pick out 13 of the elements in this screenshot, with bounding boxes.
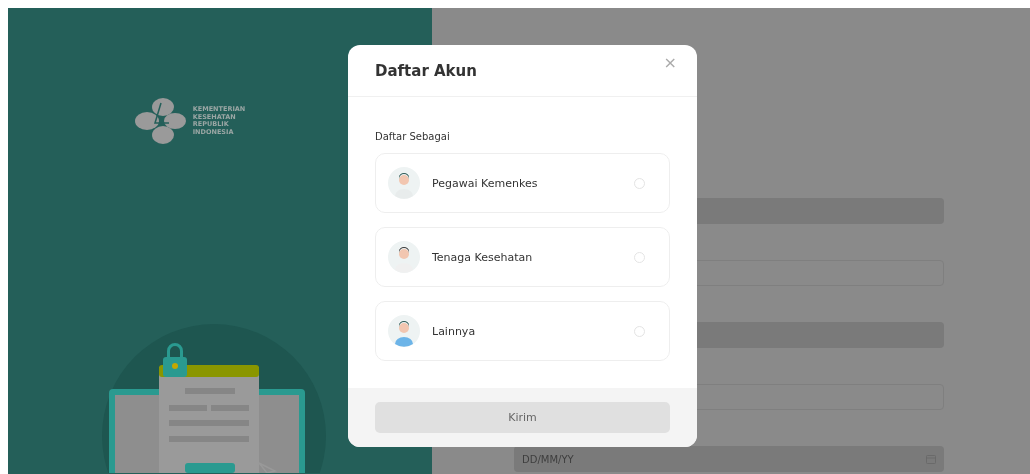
person-avatar-icon: [388, 167, 420, 199]
dialog-title: Daftar Akun: [375, 61, 477, 80]
role-option[interactable]: Tenaga Kesehatan: [375, 227, 670, 287]
ministry-logo-icon: [134, 97, 187, 145]
section-label: Daftar Sebagai: [375, 131, 451, 142]
placeholder-text: DD/MM/YY: [522, 453, 574, 465]
role-option[interactable]: Lainnya: [375, 301, 670, 361]
role-label: Tenaga Kesehatan: [432, 250, 534, 264]
role-label: Lainnya: [432, 324, 477, 338]
role-label: Pegawai Kemenkes: [432, 176, 539, 190]
person-avatar-icon: [388, 241, 420, 273]
person-avatar-icon: [388, 315, 420, 347]
role-option[interactable]: Pegawai Kemenkes: [375, 153, 670, 213]
